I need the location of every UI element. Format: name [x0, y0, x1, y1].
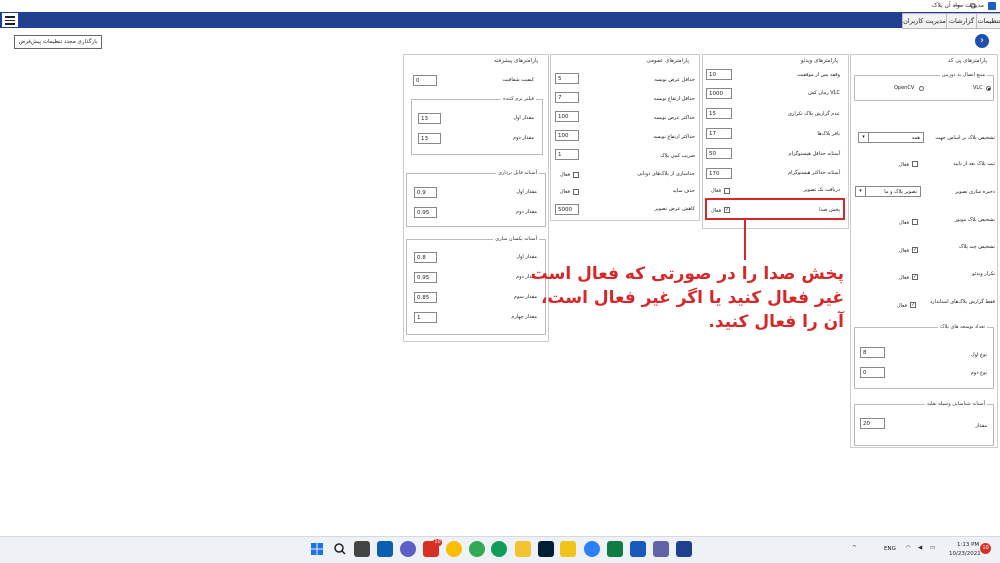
duplicate-report-input[interactable]: 15 — [706, 108, 732, 119]
volume-icon[interactable]: ◀ — [918, 545, 922, 551]
normalize-value-2[interactable]: 13 — [418, 133, 441, 144]
connection-group: منبع اتصال به دوربین VLC OpenCV — [854, 72, 994, 101]
clock-date[interactable]: 10/23/2021 — [949, 551, 981, 557]
callout-pointer — [744, 220, 746, 260]
photoshop-icon[interactable] — [538, 541, 554, 557]
min-char-width-input[interactable]: 5 — [555, 73, 579, 84]
cutting-group: آستانه قابل برداری مقدار اول 0.9 مقدار د… — [406, 170, 546, 227]
chrome-icon[interactable] — [446, 541, 462, 557]
similarity-group: آستانه یکسان سازی مقدار اول 0.8 مقدار دو… — [406, 236, 546, 335]
sharpness-input[interactable]: 0 — [413, 75, 437, 86]
clock-time[interactable]: 1:13 PM — [957, 542, 979, 548]
similarity-value-3[interactable]: 0.85 — [414, 292, 437, 303]
similarity-value-2[interactable]: 0.95 — [414, 272, 437, 283]
battery-icon[interactable]: ▭ — [930, 545, 935, 551]
normalize-value-1[interactable]: 13 — [418, 113, 441, 124]
normalize-group: فیلتر نرم کننده مقدار اول 13 مقدار دوم 1… — [411, 96, 543, 155]
max-char-width-input[interactable]: 100 — [555, 111, 579, 122]
min-char-height-input[interactable]: 7 — [555, 92, 579, 103]
plate-count-group: تعداد توسعه های پلاک نوع اول 8 نوع دوم 0 — [854, 324, 994, 389]
max-histogram-input[interactable]: 170 — [706, 168, 732, 179]
excel-icon[interactable] — [607, 541, 623, 557]
word-icon[interactable] — [630, 541, 646, 557]
vehicle-threshold-input[interactable]: 20 — [860, 418, 885, 429]
vlc-radio[interactable] — [986, 86, 991, 91]
plate-coef-input[interactable]: 1 — [555, 149, 579, 160]
min-histogram-input[interactable]: 50 — [706, 148, 732, 159]
general-params-panel: پارامترهای عمومی حداقل عرض نویسه 5 حداقل… — [550, 54, 700, 221]
similarity-value-4[interactable]: 1 — [414, 312, 437, 323]
callout-text: پخش صدا را در صورتی که فعال است غیر فعال… — [530, 264, 844, 332]
start-icon[interactable] — [309, 541, 325, 557]
chevron-right-icon[interactable]: › — [975, 34, 989, 48]
plate-params-panel: پارامترهای پی کد منبع اتصال به دوربین VL… — [850, 54, 998, 448]
browser-icon[interactable] — [469, 541, 485, 557]
window-title: مدیریت مواد آن پلاک — [932, 2, 984, 9]
app-icon — [988, 2, 996, 10]
plate-buffer-input[interactable]: 17 — [706, 128, 732, 139]
callout-highlight — [705, 198, 845, 220]
tab-reports[interactable]: گزارشات — [946, 13, 977, 29]
split-double-checkbox[interactable] — [573, 172, 579, 178]
file-explorer-icon[interactable] — [515, 541, 531, 557]
cutting-value-1[interactable]: 0.9 — [414, 187, 437, 198]
task-view-icon[interactable] — [354, 541, 370, 557]
tab-user-management[interactable]: مدیریت کاربران — [902, 13, 947, 29]
language-indicator[interactable]: ENG — [884, 546, 896, 552]
similarity-value-1[interactable]: 0.8 — [414, 252, 437, 263]
multi-plate-checkbox[interactable]: ✓ — [912, 247, 918, 253]
vehicle-threshold-group: آستانه شناسایی وسیله نقلیه مقدار 20 — [854, 401, 994, 446]
motor-plate-checkbox[interactable] — [912, 219, 918, 225]
save-image-select[interactable]: ▾ تصویر پلاک و ما — [855, 186, 921, 197]
tab-settings[interactable]: تنظیمات — [976, 13, 1000, 29]
sharpness-label: کیفیت شفافیت — [502, 77, 534, 83]
chevron-down-icon: ▾ — [859, 133, 869, 142]
chat-icon[interactable] — [400, 541, 416, 557]
teams-icon[interactable] — [653, 541, 669, 557]
plate-type-1-input[interactable]: 8 — [860, 347, 885, 358]
delay-after-success-input[interactable]: 10 — [706, 69, 732, 80]
media-player-icon[interactable] — [584, 541, 600, 557]
detect-direction-select[interactable]: ▾ همه — [858, 132, 924, 143]
title-bar: — ⧉ ✕ مدیریت مواد آن پلاک — [0, 0, 1000, 12]
menu-bar — [0, 12, 1000, 28]
reload-defaults-button[interactable]: بارگذاری مجدد تنظیمات پیش‌فرض — [14, 35, 102, 49]
downscale-input[interactable]: 5000 — [555, 204, 579, 215]
advanced-params-panel: پارامترهای پیشرفته کیفیت شفافیت 0 فیلتر … — [403, 54, 549, 342]
single-image-checkbox[interactable] — [724, 188, 730, 194]
remove-shadow-checkbox[interactable] — [573, 189, 579, 195]
edge-icon[interactable] — [491, 541, 507, 557]
notification-badge[interactable]: 10 — [980, 543, 991, 554]
max-char-height-input[interactable]: 100 — [555, 130, 579, 141]
advanced-title: پارامترهای پیشرفته — [493, 58, 538, 64]
wifi-icon[interactable]: ◠ — [906, 545, 911, 551]
cutting-value-2[interactable]: 0.95 — [414, 207, 437, 218]
opencv-radio[interactable] — [919, 86, 924, 91]
app-badge: 10 — [433, 539, 442, 546]
widgets-icon[interactable] — [377, 541, 393, 557]
sticky-notes-icon[interactable] — [560, 541, 576, 557]
plate-app-icon[interactable] — [676, 541, 692, 557]
hamburger-menu-icon[interactable] — [2, 13, 18, 27]
vlc-cache-input[interactable]: 1000 — [706, 88, 732, 99]
search-icon[interactable] — [332, 541, 348, 557]
repeat-video-checkbox[interactable]: ✓ — [912, 274, 918, 280]
register-after-confirm-checkbox[interactable] — [912, 161, 918, 167]
plate-type-2-input[interactable]: 0 — [860, 367, 885, 378]
chevron-down-icon: ▾ — [856, 187, 866, 196]
chevron-up-icon[interactable]: ^ — [852, 545, 857, 551]
standard-plates-checkbox[interactable]: ✓ — [910, 302, 916, 308]
